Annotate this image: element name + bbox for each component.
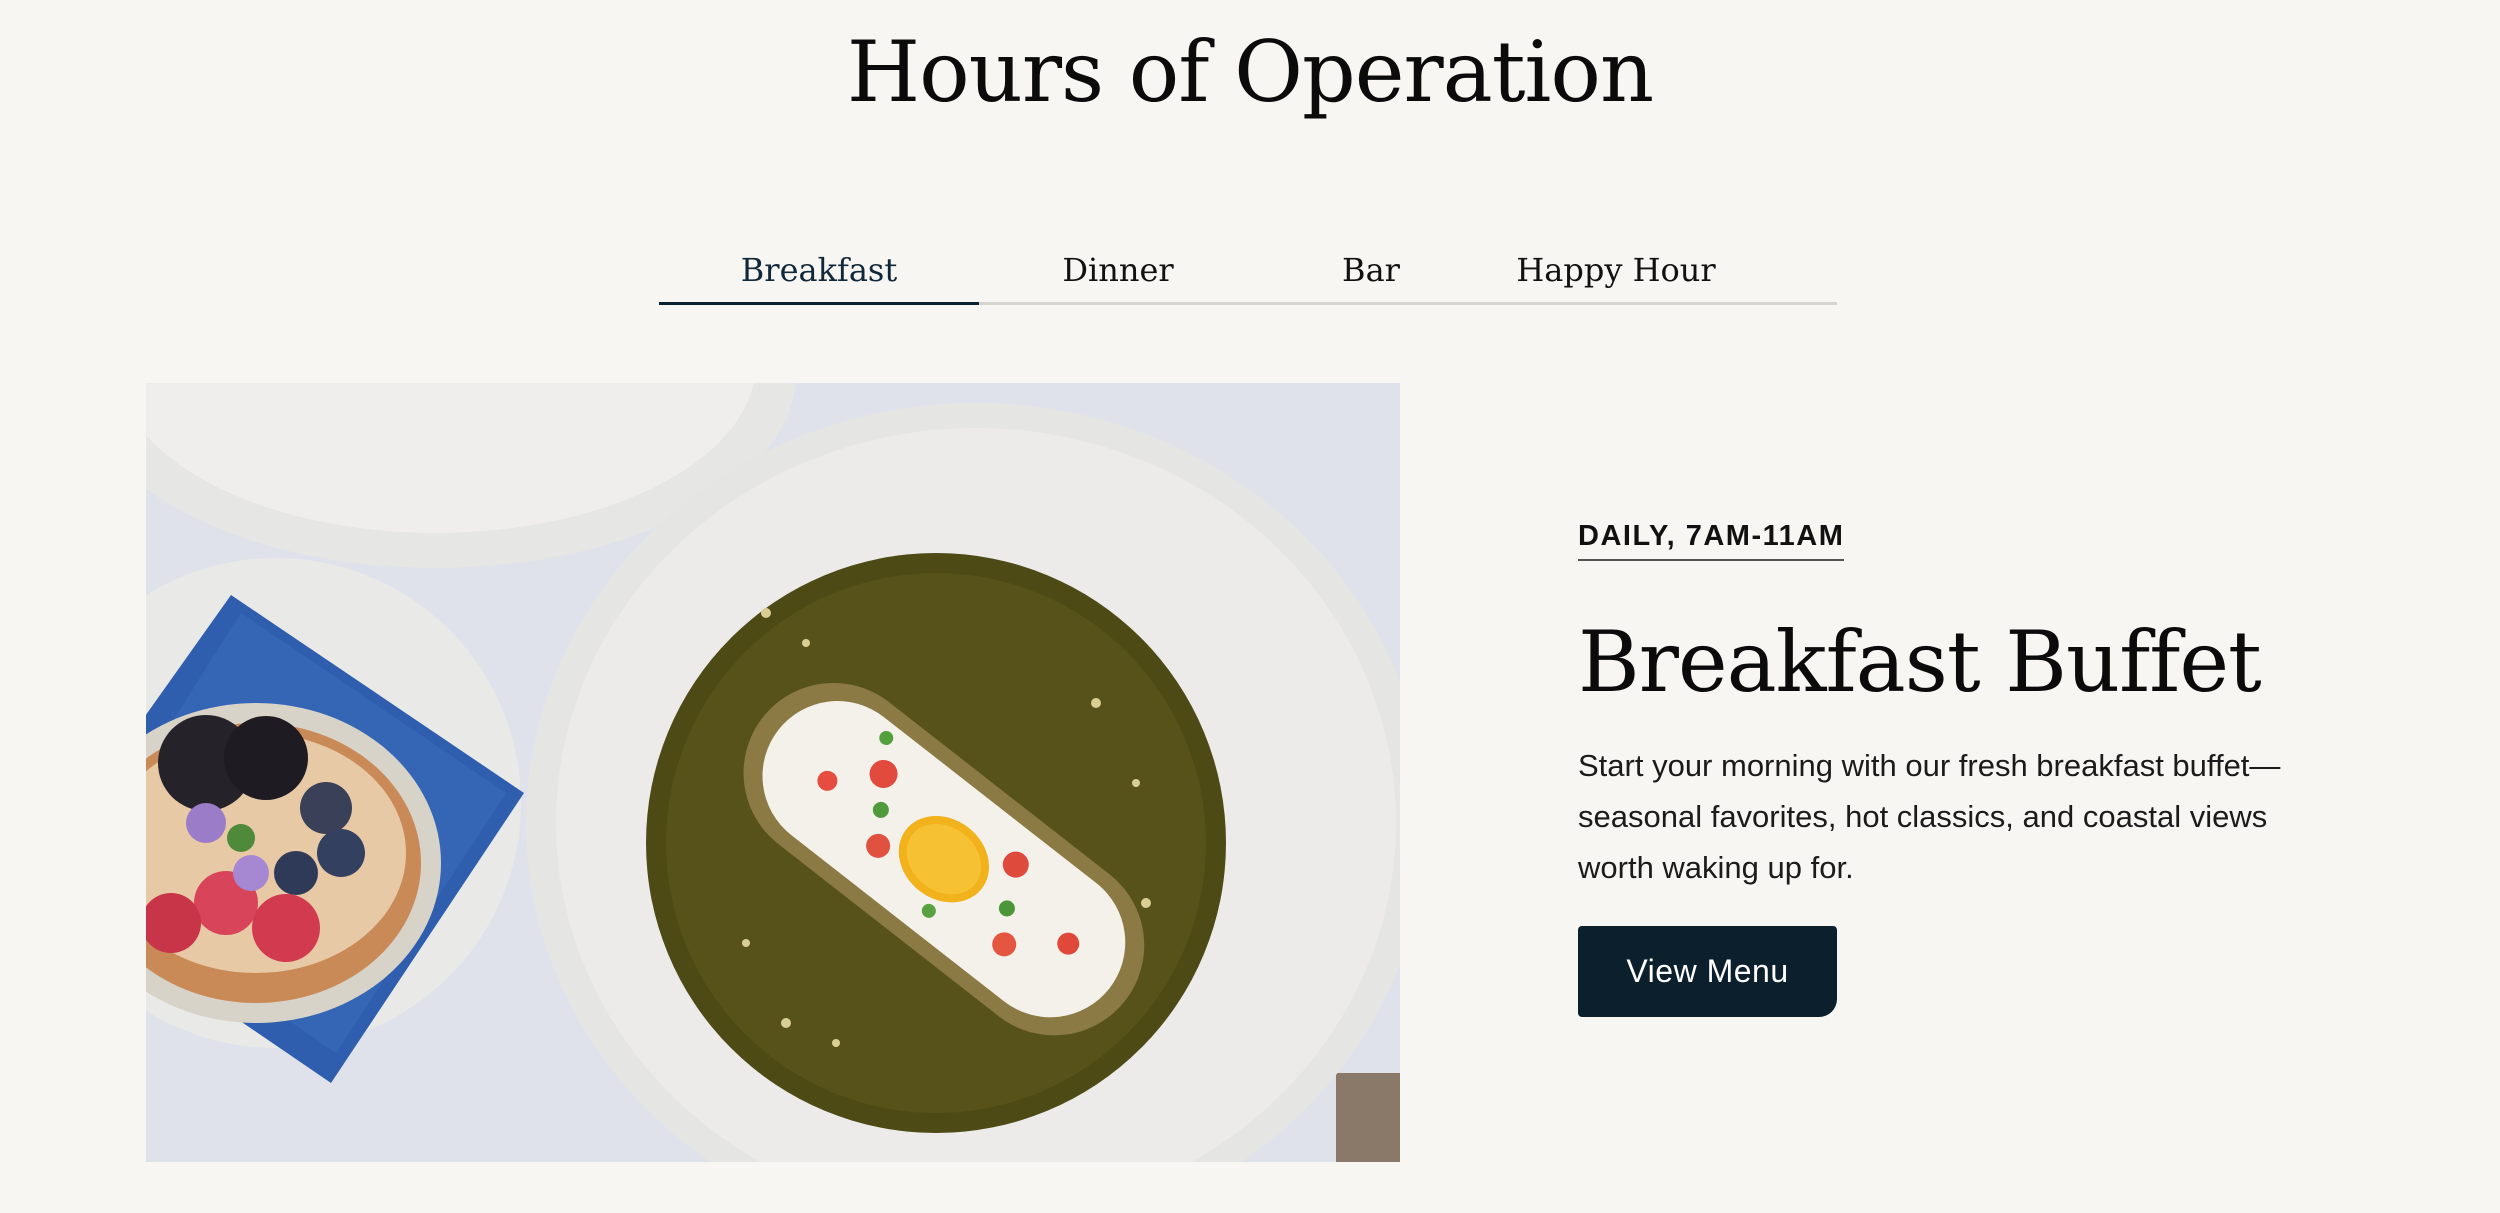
tab-bar[interactable]: Bar: [1257, 238, 1485, 302]
tab-breakfast[interactable]: Breakfast: [659, 238, 979, 305]
section-heading: Breakfast Buffet: [1578, 613, 2262, 711]
page-title: Hours of Operation: [846, 23, 1654, 121]
tab-dinner[interactable]: Dinner: [979, 238, 1257, 302]
section-description: Start your morning with our fresh breakf…: [1578, 748, 2281, 885]
hours-label: DAILY, 7AM-11AM: [1578, 520, 1845, 561]
tab-happy-hour[interactable]: Happy Hour: [1485, 238, 1747, 302]
view-menu-button[interactable]: View Menu: [1578, 926, 1837, 1017]
breakfast-food-photo: [146, 383, 1400, 1162]
menu-tabs: Breakfast Dinner Bar Happy Hour: [659, 238, 1837, 305]
